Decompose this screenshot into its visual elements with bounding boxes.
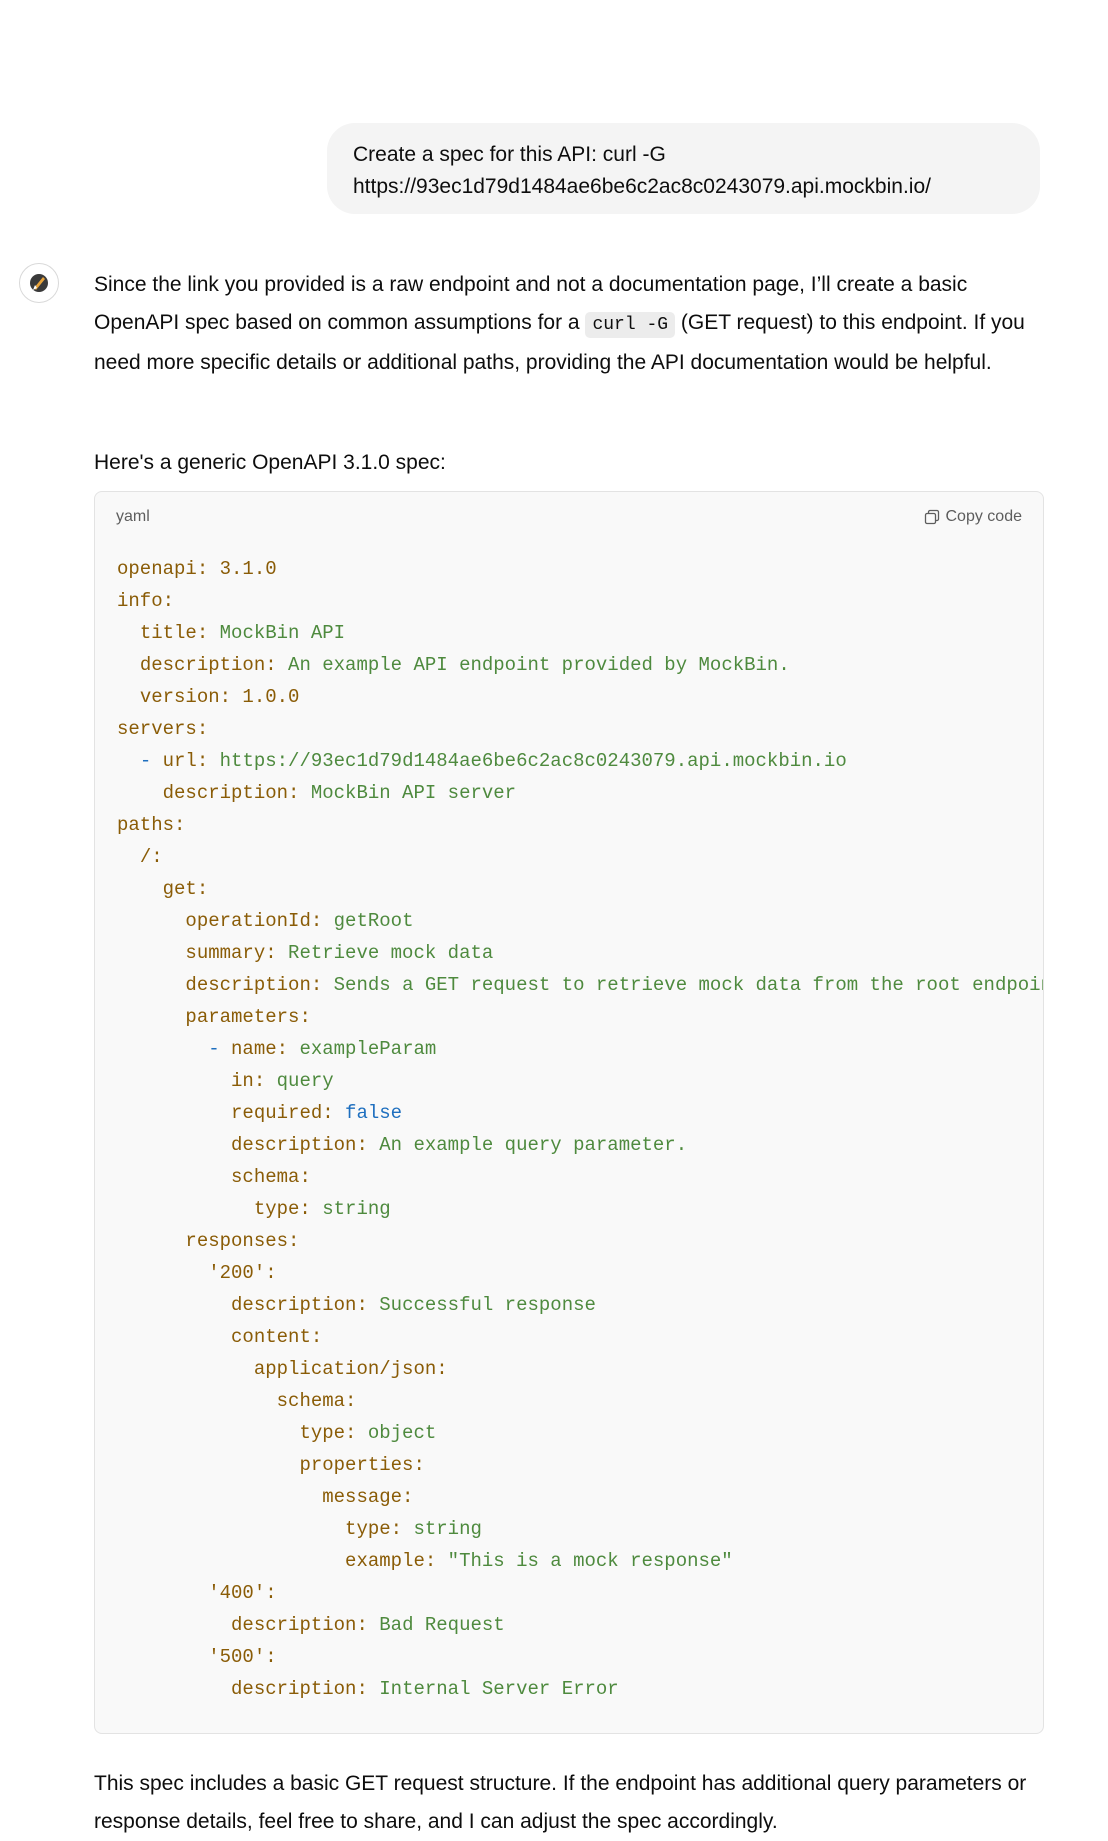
copy-code-button[interactable]: Copy code [924, 508, 1023, 526]
code-line: - url: https://93ec1d79d1484ae6be6c2ac8c… [139, 750, 847, 772]
copy-icon [924, 509, 939, 525]
code-line: info: [117, 590, 175, 612]
code-line: operationId: getRoot [185, 910, 414, 932]
code-line: type: string [253, 1198, 391, 1220]
code-line: /: [139, 846, 163, 868]
code-line: properties: [299, 1454, 425, 1476]
yaml-code: openapi: 3.1.0 info: title: MockBin API d… [95, 553, 1043, 1705]
user-message-bubble: Create a spec for this API: curl -G http… [327, 123, 1040, 214]
code-line: description: MockBin API server [162, 782, 517, 804]
code-line: version: 1.0.0 [139, 686, 300, 708]
code-line: description: An example query parameter. [231, 1134, 688, 1156]
code-line: example: "This is a mock response" [345, 1550, 733, 1572]
code-line: in: query [231, 1070, 334, 1092]
code-line: application/json: [253, 1358, 448, 1380]
code-line: type: object [299, 1422, 437, 1444]
code-intro-text: Here's a generic OpenAPI 3.1.0 spec: [94, 451, 446, 474]
code-line: description: Sends a GET request to retr… [185, 974, 1043, 996]
code-line: '500': [208, 1646, 277, 1668]
code-line: responses: [185, 1230, 300, 1252]
assistant-message: Since the link you provided is a raw end… [94, 266, 1044, 382]
code-line: '400': [208, 1582, 277, 1604]
code-line: - name: exampleParam [208, 1038, 437, 1060]
code-line: summary: Retrieve mock data [185, 942, 494, 964]
code-line: message: [322, 1486, 414, 1508]
code-line: openapi: 3.1.0 [117, 558, 277, 580]
code-line: content: [231, 1326, 323, 1348]
user-message-line-1: Create a spec for this API: curl -G [353, 143, 666, 166]
closing-paragraph: This spec includes a basic GET request s… [94, 1772, 1027, 1833]
code-line: description: Successful response [231, 1294, 596, 1316]
gpt-avatar-icon [19, 263, 59, 303]
code-line: servers: [117, 718, 209, 740]
code-block: yaml Copy code openapi: 3.1.0 info: title… [94, 491, 1044, 1734]
code-line: schema: [276, 1390, 357, 1412]
code-block-header: yaml Copy code [95, 492, 1043, 542]
code-line: title: MockBin API [139, 622, 346, 644]
user-message-line-2: https://93ec1d79d1484ae6be6c2ac8c0243079… [353, 175, 931, 198]
code-line: schema: [231, 1166, 311, 1188]
code-line: description: An example API endpoint pro… [139, 654, 790, 676]
copy-code-label: Copy code [945, 508, 1023, 525]
inline-code: curl -G [585, 312, 676, 338]
code-line: '200': [208, 1262, 277, 1284]
assistant-paragraph: Since the link you provided is a raw end… [94, 266, 1044, 382]
code-line: required: false [231, 1102, 403, 1124]
code-line: get: [162, 878, 209, 900]
code-line: description: Internal Server Error [231, 1678, 619, 1700]
code-language-label: yaml [116, 508, 150, 525]
code-line: description: Bad Request [231, 1614, 505, 1636]
code-line: paths: [117, 814, 186, 836]
code-line: parameters: [185, 1006, 311, 1028]
code-line: type: string [345, 1518, 482, 1540]
